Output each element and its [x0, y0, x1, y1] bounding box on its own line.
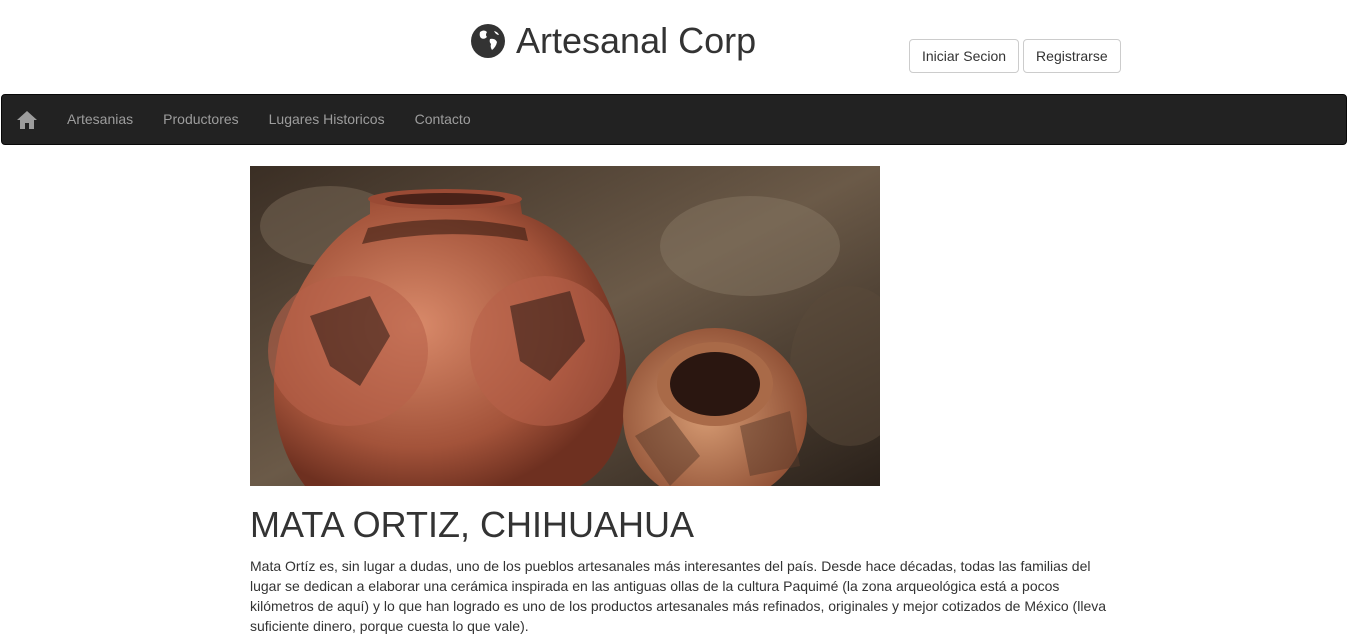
nav-item-contacto[interactable]: Contacto: [400, 95, 486, 144]
navbar: Artesanias Productores Lugares Historico…: [1, 94, 1347, 145]
nav-item-artesanias[interactable]: Artesanias: [52, 95, 148, 144]
article-body: Mata Ortíz es, sin lugar a dudas, uno de…: [250, 558, 1107, 634]
login-button[interactable]: Iniciar Secion: [909, 39, 1020, 73]
hero-image: [250, 166, 880, 486]
article-title: MATA ORTIZ, CHIHUAHUA: [250, 504, 695, 545]
nav-item-lugares-historicos[interactable]: Lugares Historicos: [254, 95, 400, 144]
home-icon: [17, 110, 37, 129]
nav-item-productores[interactable]: Productores: [148, 95, 253, 144]
register-button[interactable]: Registrarse: [1023, 39, 1121, 73]
header: Artesanal Corp Iniciar Secion Registrars…: [0, 0, 1348, 94]
home-button[interactable]: [2, 95, 52, 144]
brand-title: Artesanal Corp: [516, 20, 757, 61]
auth-buttons: Iniciar Secion Registrarse: [909, 39, 1121, 73]
brand[interactable]: Artesanal Corp: [470, 18, 756, 64]
globe-icon: [471, 24, 505, 58]
